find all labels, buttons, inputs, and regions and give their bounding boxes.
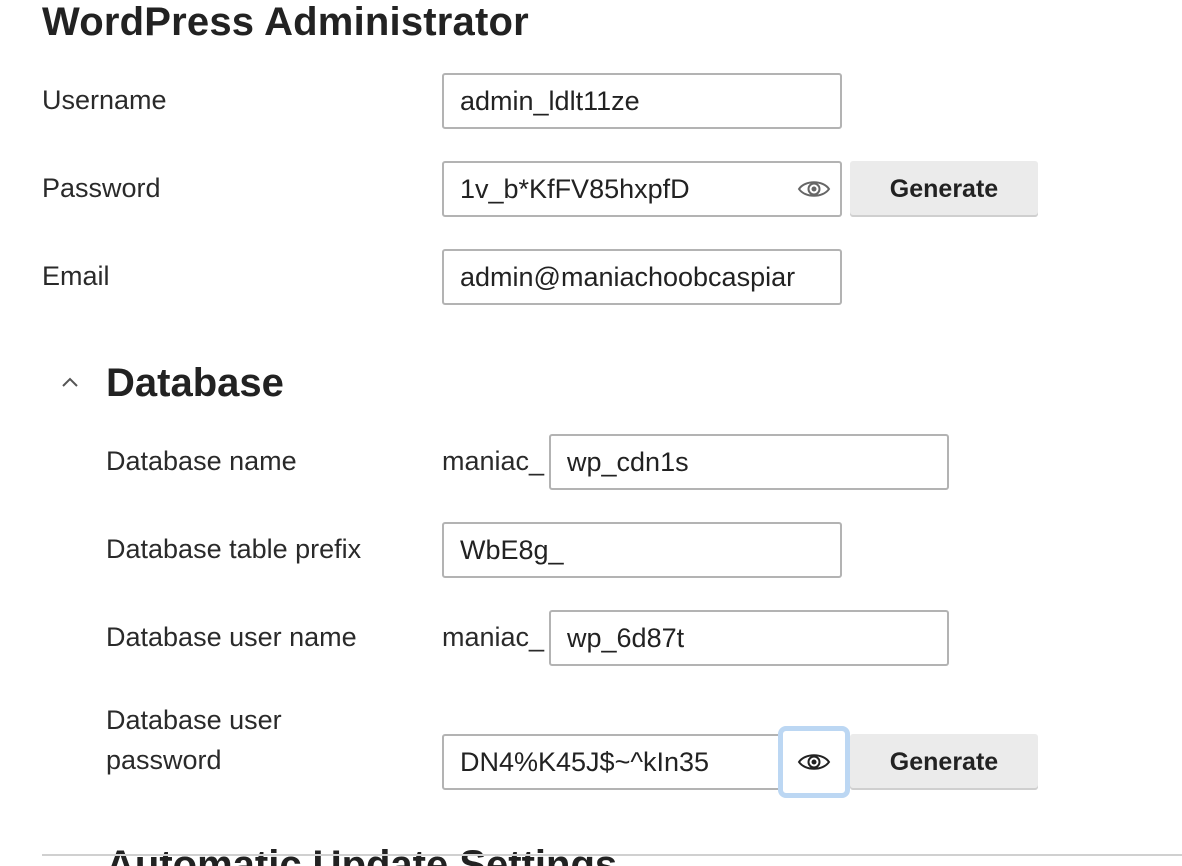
database-section-title: Database [106,361,284,405]
username-input[interactable] [442,73,842,129]
table-prefix-input[interactable] [442,522,842,578]
database-name-input[interactable] [549,434,949,490]
table-prefix-label: Database table prefix [106,534,362,564]
email-input[interactable] [442,249,842,305]
generate-password-button[interactable]: Generate [850,161,1038,217]
database-name-label: Database name [106,446,297,476]
database-name-prefix: maniac_ [442,446,545,476]
username-label: Username [42,85,167,115]
password-input[interactable] [442,161,842,217]
database-user-name-input[interactable] [549,610,949,666]
database-user-password-label-line2: password [106,745,222,775]
database-user-name-label: Database user name [106,622,357,652]
email-label: Email [42,261,110,291]
database-user-name-prefix: maniac_ [442,622,545,652]
admin-section-title: WordPress Administrator [42,0,529,44]
collapse-database-toggle[interactable] [58,372,82,392]
eye-icon [797,181,831,197]
generate-database-password-button[interactable]: Generate [850,734,1038,790]
password-label: Password [42,173,161,203]
show-database-password-toggle[interactable] [778,726,850,798]
section-divider [42,854,1182,856]
show-password-toggle[interactable] [793,168,835,210]
chevron-up-icon [62,377,78,387]
eye-icon [797,754,831,770]
database-user-password-label-line1: Database user [106,705,282,735]
